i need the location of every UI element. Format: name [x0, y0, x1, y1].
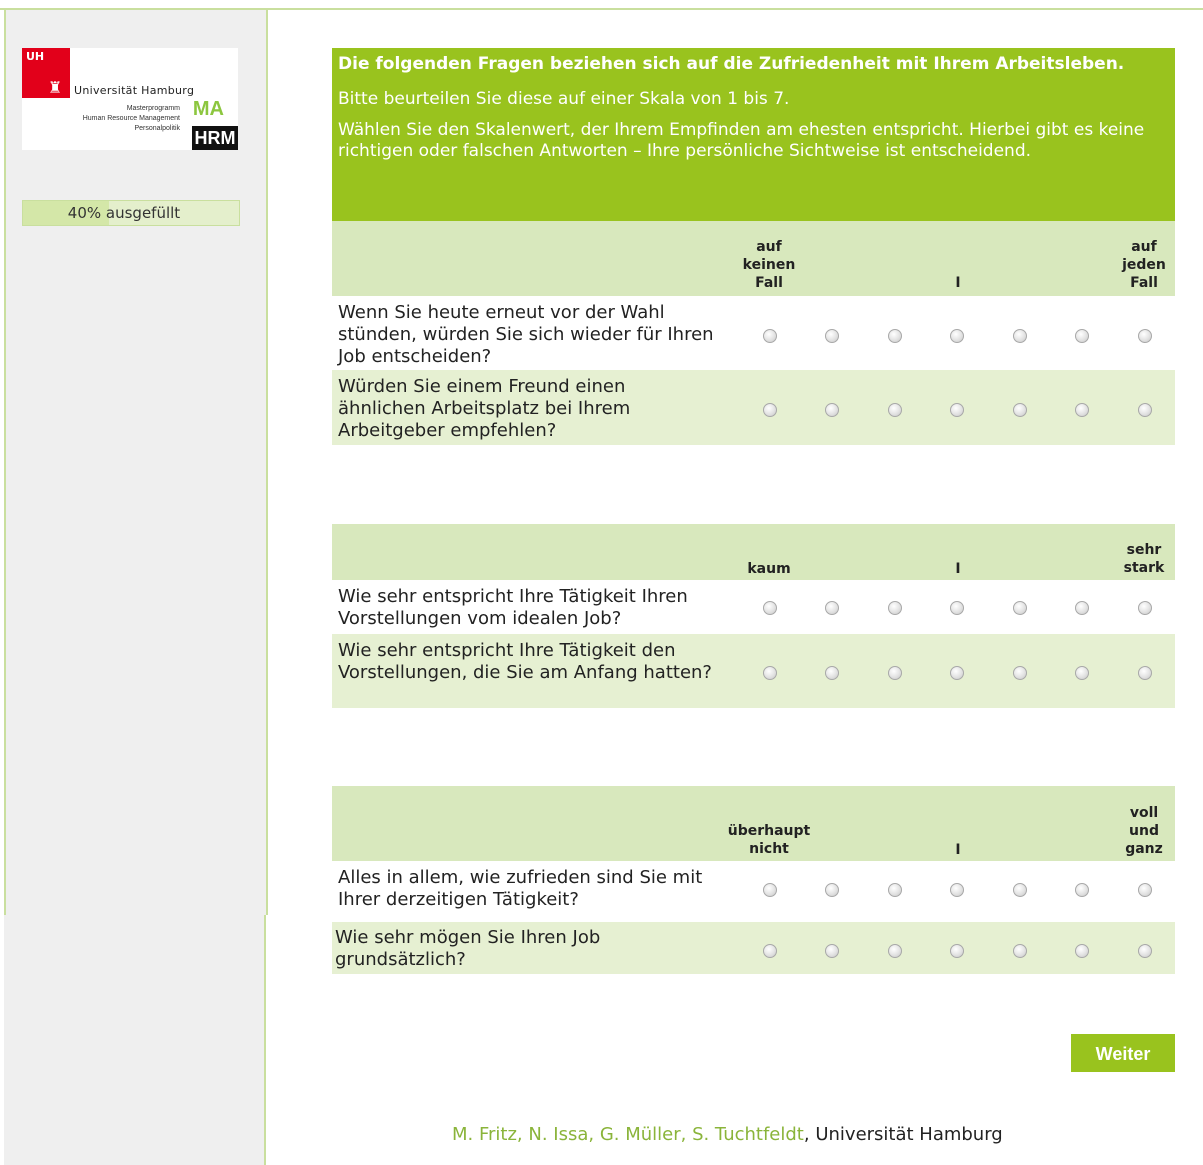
- scale-radio-2[interactable]: [825, 403, 839, 417]
- scale-radio-1[interactable]: [763, 944, 777, 958]
- logo-badge: UH ♜: [22, 48, 70, 98]
- logo-hrm: HRM: [192, 126, 238, 150]
- footer-separator: ,: [803, 1124, 816, 1145]
- scale-radio-7[interactable]: [1138, 601, 1152, 615]
- instructions-header: Die folgenden Fragen beziehen sich auf d…: [332, 48, 1175, 221]
- scale-radio-4[interactable]: [950, 329, 964, 343]
- scale-radio-6[interactable]: [1075, 329, 1089, 343]
- scale-radio-5[interactable]: [1013, 601, 1027, 615]
- divider: [264, 915, 266, 1165]
- progress-indicator: 40% ausgefüllt: [22, 200, 240, 226]
- scale-radio-7[interactable]: [1138, 403, 1152, 417]
- instructions-title: Die folgenden Fragen beziehen sich auf d…: [338, 54, 1125, 74]
- footer-institution: Universität Hamburg: [815, 1124, 1003, 1145]
- scale-radio-4[interactable]: [950, 666, 964, 680]
- scale-radio-3[interactable]: [888, 601, 902, 615]
- sidebar-lower: [4, 915, 266, 1165]
- scale-radio-5[interactable]: [1013, 944, 1027, 958]
- scale-low-label: kaum: [747, 561, 791, 577]
- scale-radio-2[interactable]: [825, 329, 839, 343]
- progress-label: ausgefüllt: [105, 204, 181, 222]
- scale-radio-6[interactable]: [1075, 944, 1089, 958]
- footer: M. Fritz, N. Issa, G. Müller, S. Tuchtfe…: [452, 1124, 1003, 1145]
- scale-mid-label: I: [955, 561, 961, 577]
- scale-radio-1[interactable]: [763, 329, 777, 343]
- logo-program-line: Masterprogramm: [126, 105, 180, 112]
- logo-program-text: Masterprogramm Human Resource Management…: [83, 104, 180, 134]
- scale-high-label: sehr stark: [1123, 542, 1165, 576]
- scale-low-label: überhaupt nicht: [727, 823, 811, 857]
- question-text: Alles in allem, wie zufrieden sind Sie m…: [338, 867, 703, 910]
- scale-high-label: voll und ganz: [1125, 805, 1163, 857]
- scale-radio-6[interactable]: [1075, 883, 1089, 897]
- scale-radio-1[interactable]: [763, 403, 777, 417]
- castle-icon: ♜: [48, 78, 63, 97]
- progress-percent: 40%: [67, 204, 102, 222]
- scale-radio-4[interactable]: [950, 883, 964, 897]
- scale-mid-label: I: [955, 842, 961, 858]
- scale-radio-3[interactable]: [888, 666, 902, 680]
- question-text: Würden Sie einem Freund einen ähnlichen …: [338, 376, 631, 441]
- next-button[interactable]: Weiter: [1071, 1034, 1175, 1072]
- scale-radio-2[interactable]: [825, 666, 839, 680]
- logo-program-line: Personalpolitik: [134, 125, 180, 132]
- scale-radio-6[interactable]: [1075, 666, 1089, 680]
- scale-radio-5[interactable]: [1013, 403, 1027, 417]
- question-text: Wie sehr entspricht Ihre Tätigkeit den V…: [338, 640, 712, 683]
- logo-program-line: Human Resource Management: [82, 115, 180, 122]
- logo-ma: MA: [192, 98, 224, 120]
- scale-radio-5[interactable]: [1013, 883, 1027, 897]
- scale-radio-7[interactable]: [1138, 944, 1152, 958]
- question-text: Wie sehr entspricht Ihre Tätigkeit Ihren…: [338, 586, 688, 629]
- scale-radio-2[interactable]: [825, 944, 839, 958]
- scale-radio-1[interactable]: [763, 883, 777, 897]
- scale-radio-5[interactable]: [1013, 666, 1027, 680]
- scale-radio-2[interactable]: [825, 883, 839, 897]
- scale-radio-3[interactable]: [888, 403, 902, 417]
- scale-radio-4[interactable]: [950, 601, 964, 615]
- scale-low-label: auf keinen Fall: [742, 239, 796, 291]
- scale-radio-1[interactable]: [763, 666, 777, 680]
- scale-radio-7[interactable]: [1138, 883, 1152, 897]
- university-logo: UH ♜ Universität Hamburg Masterprogramm …: [22, 48, 238, 150]
- scale-radio-5[interactable]: [1013, 329, 1027, 343]
- logo-badge-text: UH: [26, 50, 45, 63]
- scale-radio-7[interactable]: [1138, 666, 1152, 680]
- scale-radio-3[interactable]: [888, 883, 902, 897]
- logo-university-name: Universität Hamburg: [74, 84, 195, 97]
- scale-radio-4[interactable]: [950, 944, 964, 958]
- top-border: [0, 0, 1203, 10]
- scale-mid-label: I: [955, 275, 961, 291]
- scale-radio-2[interactable]: [825, 601, 839, 615]
- scale-radio-3[interactable]: [888, 944, 902, 958]
- scale-radio-6[interactable]: [1075, 403, 1089, 417]
- scale-radio-6[interactable]: [1075, 601, 1089, 615]
- question-text: Wenn Sie heute erneut vor der Wahl stünd…: [338, 302, 714, 367]
- instructions-details: Wählen Sie den Skalenwert, der Ihrem Emp…: [338, 120, 1145, 161]
- scale-radio-7[interactable]: [1138, 329, 1152, 343]
- scale-radio-1[interactable]: [763, 601, 777, 615]
- question-text: Wie sehr mögen Sie Ihren Job grundsätzli…: [335, 927, 601, 970]
- scale-radio-3[interactable]: [888, 329, 902, 343]
- footer-authors-link[interactable]: M. Fritz, N. Issa, G. Müller, S. Tuchtfe…: [452, 1124, 804, 1145]
- instructions-scale: Bitte beurteilen Sie diese auf einer Ska…: [338, 89, 790, 109]
- scale-radio-4[interactable]: [950, 403, 964, 417]
- scale-high-label: auf jeden Fall: [1122, 239, 1166, 291]
